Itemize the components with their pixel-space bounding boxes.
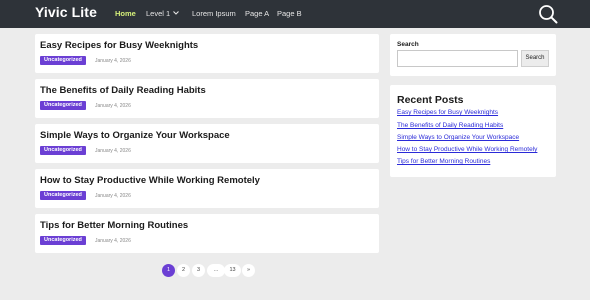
- recent-post-link[interactable]: Simple Ways to Organize Your Workspace: [397, 134, 519, 141]
- recent-post-link[interactable]: Easy Recipes for Busy Weeknights: [397, 109, 498, 116]
- nav-item-home[interactable]: Home: [115, 9, 136, 18]
- post-card: Tips for Better Morning Routines Uncateg…: [35, 214, 379, 253]
- nav-item-level-1[interactable]: Level 1: [146, 9, 170, 18]
- recent-post-link[interactable]: The Benefits of Daily Reading Habits: [397, 122, 503, 129]
- chevron-down-icon[interactable]: [172, 9, 180, 17]
- category-badge[interactable]: Uncategorized: [40, 146, 86, 155]
- search-widget-title: Search: [397, 41, 419, 48]
- recent-post-link[interactable]: Tips for Better Morning Routines: [397, 158, 490, 165]
- post-card: Simple Ways to Organize Your Workspace U…: [35, 124, 379, 163]
- nav-item-lorem-ipsum[interactable]: Lorem Ipsum: [192, 9, 236, 18]
- recent-post-link[interactable]: How to Stay Productive While Working Rem…: [397, 146, 537, 153]
- post-title[interactable]: The Benefits of Daily Reading Habits: [40, 85, 206, 96]
- post-date: January 4, 2026: [95, 103, 131, 109]
- page-button[interactable]: 3: [192, 264, 205, 277]
- category-badge[interactable]: Uncategorized: [40, 101, 86, 110]
- page-ellipsis: …: [207, 264, 225, 277]
- post-date: January 4, 2026: [95, 148, 131, 154]
- site-header: Yivic Lite Home Level 1 Lorem Ipsum Page…: [0, 0, 590, 28]
- post-title[interactable]: Easy Recipes for Busy Weeknights: [40, 40, 198, 51]
- search-input[interactable]: [397, 50, 518, 67]
- nav-item-page-b[interactable]: Page B: [277, 9, 302, 18]
- post-card: How to Stay Productive While Working Rem…: [35, 169, 379, 208]
- page-button-current[interactable]: 1: [162, 264, 175, 277]
- category-badge[interactable]: Uncategorized: [40, 191, 86, 200]
- search-button[interactable]: Search: [521, 50, 549, 67]
- recent-posts-title: Recent Posts: [397, 94, 464, 106]
- search-icon[interactable]: [537, 3, 559, 25]
- post-card: The Benefits of Daily Reading Habits Unc…: [35, 79, 379, 118]
- post-title[interactable]: Tips for Better Morning Routines: [40, 220, 188, 231]
- site-logo[interactable]: Yivic Lite: [35, 4, 97, 20]
- recent-posts-widget: Recent Posts Easy Recipes for Busy Weekn…: [390, 85, 556, 177]
- post-date: January 4, 2026: [95, 193, 131, 199]
- post-title[interactable]: Simple Ways to Organize Your Workspace: [40, 130, 230, 141]
- next-page-button[interactable]: »: [242, 264, 255, 277]
- page-button[interactable]: 2: [177, 264, 190, 277]
- post-title[interactable]: How to Stay Productive While Working Rem…: [40, 175, 260, 186]
- post-date: January 4, 2026: [95, 238, 131, 244]
- category-badge[interactable]: Uncategorized: [40, 56, 86, 65]
- category-badge[interactable]: Uncategorized: [40, 236, 86, 245]
- post-card: Easy Recipes for Busy Weeknights Uncateg…: [35, 34, 379, 73]
- page-button[interactable]: 13: [224, 264, 241, 277]
- search-widget: Search Search: [390, 34, 556, 76]
- post-date: January 4, 2026: [95, 58, 131, 64]
- nav-item-page-a[interactable]: Page A: [245, 9, 269, 18]
